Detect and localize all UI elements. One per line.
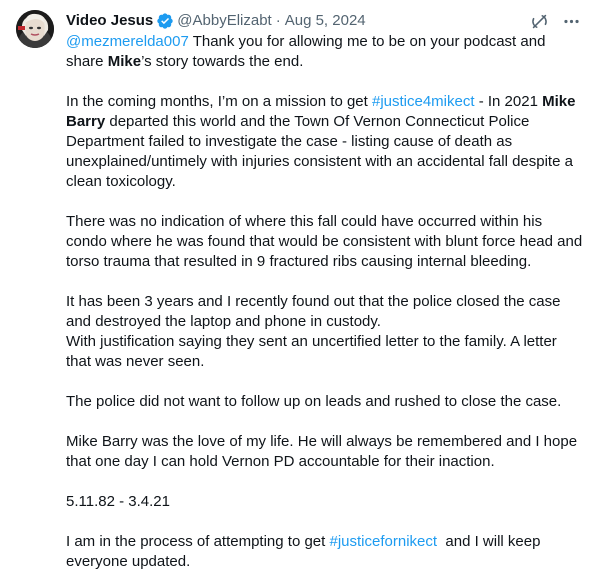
- paragraph-8: I am in the process of attempting to get…: [66, 532, 583, 572]
- hashtag-link[interactable]: #justicefornikect: [329, 533, 437, 550]
- paragraph-4b: With justification saying they sent an u…: [66, 333, 557, 370]
- paragraph-1: @mezmerelda007 Thank you for allowing me…: [66, 32, 583, 72]
- paragraph-3: There was no indication of where this fa…: [66, 213, 583, 270]
- paragraph-2: In the coming months, I’m on a mission t…: [66, 92, 583, 192]
- grok-icon[interactable]: [529, 11, 549, 31]
- display-name[interactable]: Video Jesus: [66, 10, 153, 32]
- tweet: Video Jesus @AbbyElizabt · Aug 5, 2024 @…: [0, 0, 597, 581]
- paragraph-5: The police did not want to follow up on …: [66, 393, 562, 410]
- tweet-content: Video Jesus @AbbyElizabt · Aug 5, 2024 @…: [66, 10, 583, 581]
- avatar-column: [16, 10, 64, 581]
- text-span: I am in the process of attempting to get: [66, 533, 330, 550]
- header-separator: ·: [275, 12, 281, 29]
- tweet-header: Video Jesus @AbbyElizabt · Aug 5, 2024: [66, 10, 583, 32]
- paragraph-6: Mike Barry was the love of my life. He w…: [66, 433, 578, 470]
- paragraph-7: 5.11.82 - 3.4.21: [66, 493, 170, 510]
- tweet-text: @mezmerelda007 Thank you for allowing me…: [66, 32, 583, 572]
- more-options-icon[interactable]: [561, 11, 581, 31]
- paragraph-4a: It has been 3 years and I recently found…: [66, 293, 561, 330]
- text-span: In the coming months, I’m on a mission t…: [66, 93, 372, 110]
- author-handle[interactable]: @AbbyElizabt: [177, 10, 271, 32]
- text-span: ’s story towards the end.: [141, 53, 304, 70]
- hashtag-link[interactable]: #justice4mikect: [372, 93, 475, 110]
- bold-name: Mike: [107, 53, 142, 70]
- avatar[interactable]: [16, 10, 54, 48]
- verified-badge-icon[interactable]: [156, 12, 174, 30]
- mention-link[interactable]: @mezmerelda007: [66, 33, 189, 50]
- avatar-image: [16, 10, 54, 48]
- text-span: departed this world and the Town Of Vern…: [66, 113, 573, 190]
- header-actions: [529, 11, 583, 31]
- tweet-date[interactable]: Aug 5, 2024: [285, 10, 366, 32]
- text-span: - In 2021: [474, 93, 543, 110]
